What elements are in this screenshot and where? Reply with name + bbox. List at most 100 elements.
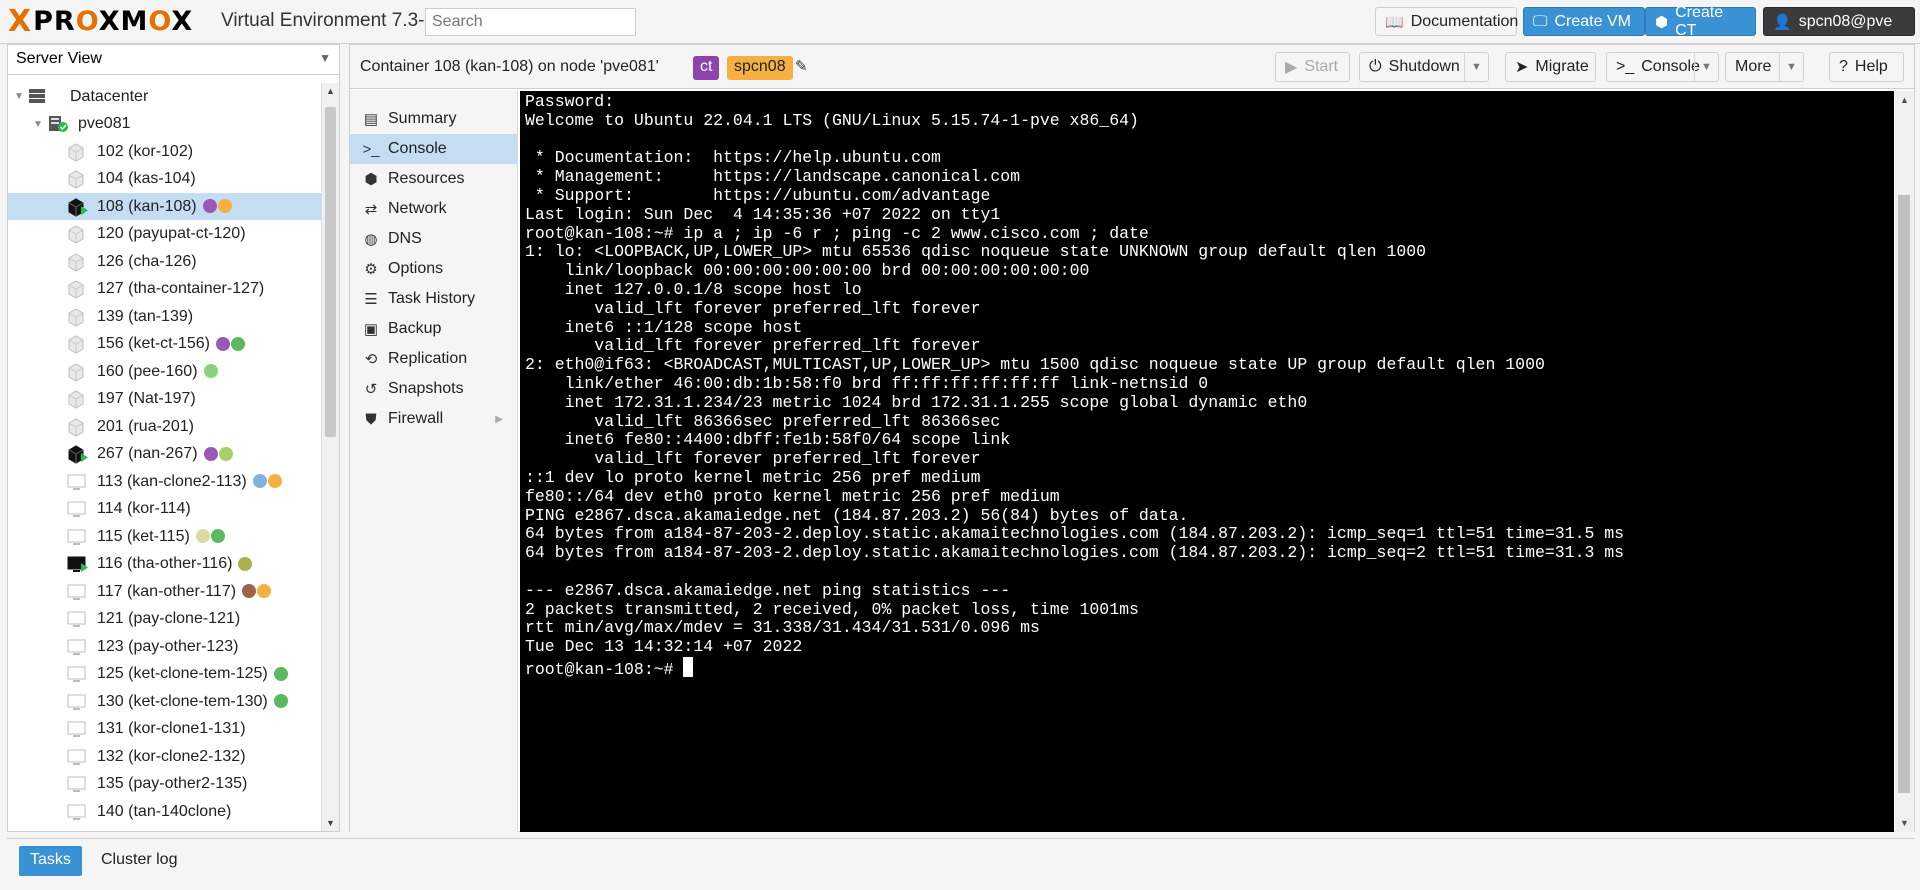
terminal-icon: >_ <box>362 140 380 158</box>
menu-item-backup[interactable]: ▣ Backup <box>350 314 517 344</box>
tree-guest-item[interactable]: 123 (pay-other-123) <box>8 633 321 660</box>
log-panel: Tasks Cluster log <box>7 838 1915 890</box>
tree-guest-item[interactable]: 102 (kor-102) <box>8 138 321 165</box>
console-button[interactable]: >_ Console ▼ <box>1606 52 1719 82</box>
tag-dot <box>252 474 267 489</box>
create-ct-button[interactable]: ⬢ Create CT <box>1645 4 1756 39</box>
tree-datacenter[interactable]: ▼ Datacenter <box>8 83 321 110</box>
shutdown-button[interactable]: ⏻ Shutdown ▼ <box>1359 52 1489 82</box>
power-icon: ⏻ <box>1369 58 1382 75</box>
tree-guest-text: 123 (pay-other-123) <box>97 638 238 656</box>
resource-tree-panel: Server View ▼ ▼ Datacenter ▼ pve081 102 (kor… <box>7 44 340 832</box>
scroll-up-icon[interactable]: ▲ <box>326 86 335 96</box>
chevron-down-icon[interactable]: ▼ <box>1464 53 1488 81</box>
tag-dots <box>202 199 233 214</box>
tree-guest-item[interactable]: 116 (tha-other-116) <box>8 551 321 578</box>
menu-item-resources[interactable]: ⬢ Resources <box>350 164 517 194</box>
tree-guest-label: 123 (pay-other-123) <box>97 637 239 655</box>
collapse-toggle-icon[interactable]: ▼ <box>14 91 24 102</box>
tree-guest-text: 132 (kor-clone2-132) <box>97 748 246 766</box>
tree-guest-item[interactable]: 201 (rua-201) <box>8 413 321 440</box>
menu-item-options[interactable]: ⚙ Options <box>350 254 517 284</box>
terminal-line: valid_lft 86366sec preferred_lft 86366se… <box>525 411 1001 431</box>
tree-guest-item[interactable]: 130 (ket-clone-tem-130) <box>8 688 321 715</box>
tree-guest-item[interactable]: 104 (kas-104) <box>8 166 321 193</box>
tree-guest-item[interactable]: 121 (pay-clone-121) <box>8 606 321 633</box>
tree-guest-text: 126 (cha-126) <box>97 253 197 271</box>
globe-icon: ◍ <box>364 231 378 248</box>
chevron-down-icon[interactable]: ▼ <box>1779 53 1803 81</box>
terminal-line: inet 127.0.0.1/8 scope host lo <box>525 279 862 299</box>
scroll-down-icon[interactable]: ▼ <box>1900 818 1909 828</box>
send-icon: ➤ <box>1515 59 1529 76</box>
tree-guest-item[interactable]: 127 (tha-container-127) <box>8 276 321 303</box>
user-name: spcn08@pve <box>1798 12 1893 30</box>
tag-dots <box>203 446 234 461</box>
menu-item-snapshots[interactable]: ↺ Snapshots <box>350 374 517 404</box>
menu-item-label: Network <box>388 200 447 217</box>
start-button[interactable]: ▶ Start <box>1275 52 1350 82</box>
chevron-down-icon[interactable]: ▼ <box>1694 53 1718 81</box>
terminal-console[interactable]: Password: Welcome to Ubuntu 22.04.1 LTS (… <box>520 91 1894 832</box>
tree-guest-item[interactable]: 108 (kan-108) <box>8 193 321 220</box>
scroll-down-icon[interactable]: ▼ <box>326 818 335 828</box>
tree-guest-item[interactable]: 131 (kor-clone1-131) <box>8 716 321 743</box>
menu-item-label: Snapshots <box>388 380 464 397</box>
more-button[interactable]: More ▼ <box>1725 52 1804 82</box>
tab-cluster-log[interactable]: Cluster log <box>101 851 177 869</box>
view-selector[interactable]: Server View ▼ <box>8 45 339 75</box>
menu-item-firewall[interactable]: ⛊ Firewall ▶ <box>350 404 517 434</box>
tree-guest-item[interactable]: 160 (pee-160) <box>8 358 321 385</box>
tree-guest-item[interactable]: 120 (payupat-ct-120) <box>8 221 321 248</box>
scroll-up-icon[interactable]: ▲ <box>1900 95 1909 105</box>
tree-guest-item[interactable]: 135 (pay-other2-135) <box>8 771 321 798</box>
help-label: Help <box>1854 58 1888 75</box>
shutdown-label: Shutdown <box>1388 58 1460 75</box>
tree-node[interactable]: ▼ pve081 <box>8 111 321 138</box>
tree-guest-item[interactable]: 156 (ket-ct-156) <box>8 331 321 358</box>
terminal-line: * Management: https://landscape.canonica… <box>525 167 1021 187</box>
menu-item-replication[interactable]: ⟲ Replication <box>350 344 517 374</box>
help-button[interactable]: ? Help <box>1829 52 1904 82</box>
book-icon: 📖 <box>1385 13 1404 31</box>
side-menu: ▤ Summary >_ Console ⬢ Resources ⇄ Network ◍ DNS ⚙… <box>350 90 518 832</box>
start-label: Start <box>1304 58 1339 75</box>
tree-guest-text: 108 (kan-108) <box>97 198 233 216</box>
pencil-icon[interactable]: ✎ <box>795 57 808 75</box>
menu-item-console[interactable]: >_ Console <box>350 134 517 164</box>
tree-guest-item[interactable]: 267 (nan-267) <box>8 441 321 468</box>
terminal-scrollbar-thumb[interactable] <box>1898 195 1910 793</box>
documentation-button[interactable]: 📖 Documentation <box>1375 7 1518 36</box>
tree-scrollbar[interactable]: ▲ ▼ <box>321 83 339 831</box>
menu-item-dns[interactable]: ◍ DNS <box>350 224 517 254</box>
tree-datacenter-label: Datacenter <box>70 87 149 105</box>
proxmox-logo[interactable]: X PROXMOX <box>8 6 193 38</box>
menu-item-label: Replication <box>388 350 468 367</box>
tree-scrollbar-thumb[interactable] <box>325 107 336 437</box>
tab-tasks[interactable]: Tasks <box>19 846 82 876</box>
container-icon <box>67 225 87 244</box>
create-vm-button[interactable]: 🖵 Create VM <box>1523 7 1645 36</box>
tree-guest-item[interactable]: 125 (ket-clone-tem-125) <box>8 661 321 688</box>
tree-guest-text: 116 (tha-other-116) <box>97 555 253 573</box>
menu-item-summary[interactable]: ▤ Summary <box>350 104 517 134</box>
tree-guest-item[interactable]: 113 (kan-clone2-113) <box>8 468 321 495</box>
collapse-toggle-icon[interactable]: ▼ <box>33 119 43 130</box>
tree-guest-item[interactable]: 197 (Nat-197) <box>8 386 321 413</box>
tree-guest-item[interactable]: 114 (kor-114) <box>8 496 321 523</box>
terminal-scrollbar[interactable]: ▲ ▼ <box>1895 91 1914 832</box>
menu-item-task-history[interactable]: ☰ Task History <box>350 284 517 314</box>
create-ct-label: Create CT <box>1675 3 1724 39</box>
container-icon <box>67 170 87 189</box>
tree-guest-item[interactable]: 117 (kan-other-117) <box>8 578 321 605</box>
tree-guest-item[interactable]: 126 (cha-126) <box>8 248 321 275</box>
tree-guest-item[interactable]: 115 (ket-115) <box>8 523 321 550</box>
menu-item-network[interactable]: ⇄ Network <box>350 194 517 224</box>
user-menu-button[interactable]: 👤 spcn08@pve <box>1763 7 1915 36</box>
search-input[interactable] <box>425 8 636 36</box>
tree-guest-item[interactable]: 140 (tan-140clone) <box>8 798 321 825</box>
tree-guest-item[interactable]: 139 (tan-139) <box>8 303 321 330</box>
migrate-button[interactable]: ➤ Migrate <box>1505 52 1596 82</box>
tree-guest-item[interactable]: 132 (kor-clone2-132) <box>8 743 321 770</box>
content-header: Container 108 (kan-108) on node 'pve081'… <box>350 45 1914 89</box>
